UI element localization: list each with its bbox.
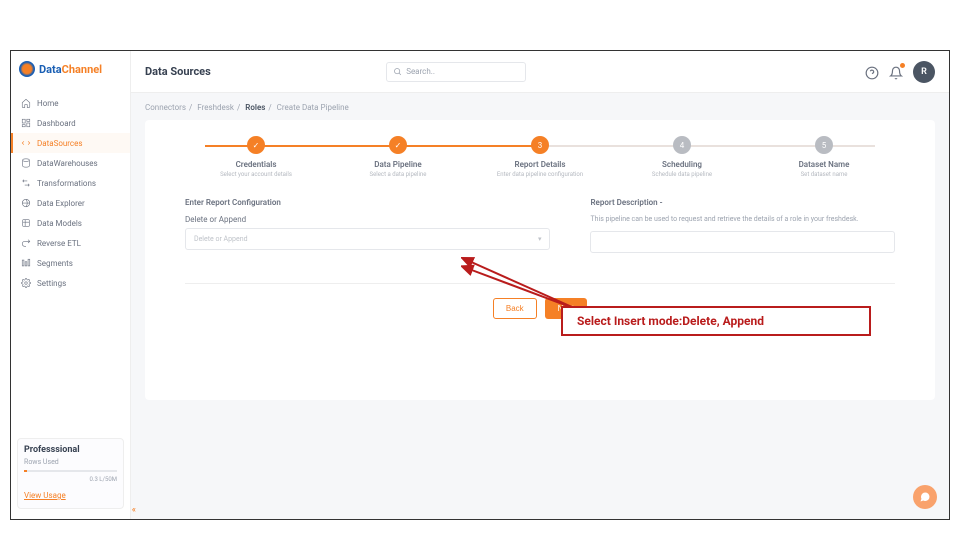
sidebar-item-label: Dashboard xyxy=(37,119,76,128)
step-datapipeline[interactable]: ✓ Data Pipeline Select a data pipeline xyxy=(327,136,469,178)
header: Data Sources Search.. R xyxy=(131,51,949,93)
step-dot: ✓ xyxy=(389,136,407,154)
models-icon xyxy=(21,218,31,228)
desc-input[interactable] xyxy=(590,231,895,253)
desc-label: Report Description - xyxy=(590,198,895,207)
step-sub: Enter data pipeline configuration xyxy=(469,171,611,178)
sidebar-item-reverseetl[interactable]: Reverse ETL xyxy=(11,233,130,253)
chevron-down-icon: ▾ xyxy=(538,235,542,243)
sidebar-item-label: Settings xyxy=(37,279,66,288)
crumb-freshdesk[interactable]: Freshdesk xyxy=(197,103,234,112)
step-sub: Schedule data pipeline xyxy=(611,171,753,178)
chat-icon xyxy=(919,491,931,503)
field-label: Delete or Append xyxy=(185,215,550,224)
sidebar-item-datasources[interactable]: DataSources xyxy=(11,133,130,153)
form-right: Report Description - This pipeline can b… xyxy=(590,198,895,253)
step-title: Scheduling xyxy=(611,160,753,169)
search-placeholder: Search.. xyxy=(406,67,435,76)
sidebar-item-label: DataWarehouses xyxy=(37,159,98,168)
search-input[interactable]: Search.. xyxy=(386,62,526,82)
sidebar-item-dataexplorer[interactable]: Data Explorer xyxy=(11,193,130,213)
logo-icon xyxy=(19,61,35,77)
nav: Home Dashboard DataSources DataWarehouse… xyxy=(11,93,130,293)
reverse-etl-icon xyxy=(21,238,31,248)
step-dot: ✓ xyxy=(247,136,265,154)
back-button[interactable]: Back xyxy=(493,298,537,319)
sidebar-item-label: Home xyxy=(37,99,59,108)
plan-rows-label: Rows Used xyxy=(24,458,117,466)
page-title: Data Sources xyxy=(145,65,211,78)
transform-icon xyxy=(21,178,31,188)
warehouse-icon xyxy=(21,158,31,168)
wizard-panel: ✓ Credentials Select your account detail… xyxy=(145,120,935,400)
home-icon xyxy=(21,98,31,108)
step-title: Data Pipeline xyxy=(327,160,469,169)
sidebar-item-home[interactable]: Home xyxy=(11,93,130,113)
help-icon[interactable] xyxy=(865,65,879,79)
logo[interactable]: DataChannel xyxy=(11,51,130,87)
brand-part1: Data xyxy=(39,63,62,76)
plan-progress xyxy=(24,470,117,472)
stepper: ✓ Credentials Select your account detail… xyxy=(185,136,895,178)
header-icons: R xyxy=(865,61,935,83)
settings-icon xyxy=(21,278,31,288)
sidebar-item-dashboard[interactable]: Dashboard xyxy=(11,113,130,133)
annotation-callout: Select Insert mode:Delete, Append xyxy=(561,306,871,336)
step-scheduling[interactable]: 4 Scheduling Schedule data pipeline xyxy=(611,136,753,178)
notification-dot xyxy=(900,63,905,68)
step-title: Report Details xyxy=(469,160,611,169)
app-frame: DataChannel Home Dashboard DataSources D… xyxy=(10,50,950,520)
sidebar-item-label: DataSources xyxy=(37,139,83,148)
step-sub: Set dataset name xyxy=(753,171,895,178)
select-placeholder: Delete or Append xyxy=(194,235,248,243)
explorer-icon xyxy=(21,198,31,208)
plan-box: Professsional Rows Used 0.3 L/50M View U… xyxy=(17,438,124,509)
sidebar-item-label: Data Models xyxy=(37,219,82,228)
crumb-roles[interactable]: Roles xyxy=(245,103,265,112)
sidebar-item-datawarehouses[interactable]: DataWarehouses xyxy=(11,153,130,173)
view-usage-link[interactable]: View Usage xyxy=(24,491,66,500)
step-sub: Select a data pipeline xyxy=(327,171,469,178)
breadcrumb: Connectors/ Freshdesk/ Roles/ Create Dat… xyxy=(145,103,935,112)
segments-icon xyxy=(21,258,31,268)
divider xyxy=(185,283,895,284)
step-reportdetails[interactable]: 3 Report Details Enter data pipeline con… xyxy=(469,136,611,178)
avatar[interactable]: R xyxy=(913,61,935,83)
step-dot: 5 xyxy=(815,136,833,154)
chat-fab[interactable] xyxy=(913,485,937,509)
sidebar-item-label: Reverse ETL xyxy=(37,239,81,248)
crumb-create[interactable]: Create Data Pipeline xyxy=(277,103,349,112)
sidebar-item-datamodels[interactable]: Data Models xyxy=(11,213,130,233)
sidebar-item-label: Transformations xyxy=(37,179,96,188)
crumb-connectors[interactable]: Connectors xyxy=(145,103,186,112)
step-datasetname[interactable]: 5 Dataset Name Set dataset name xyxy=(753,136,895,178)
plan-name: Professsional xyxy=(24,445,117,455)
step-sub: Select your account details xyxy=(185,171,327,178)
datasources-icon xyxy=(21,138,31,148)
brand-part2: Channel xyxy=(62,63,102,76)
plan-value: 0.3 L/50M xyxy=(24,476,117,483)
step-title: Credentials xyxy=(185,160,327,169)
form-left: Enter Report Configuration Delete or App… xyxy=(185,198,550,253)
search-icon xyxy=(393,67,402,76)
dashboard-icon xyxy=(21,118,31,128)
sidebar-item-settings[interactable]: Settings xyxy=(11,273,130,293)
desc-text: This pipeline can be used to request and… xyxy=(590,215,895,225)
step-title: Dataset Name xyxy=(753,160,895,169)
delete-append-select[interactable]: Delete or Append ▾ xyxy=(185,228,550,250)
step-credentials[interactable]: ✓ Credentials Select your account detail… xyxy=(185,136,327,178)
sidebar-item-segments[interactable]: Segments xyxy=(11,253,130,273)
sidebar: DataChannel Home Dashboard DataSources D… xyxy=(11,51,131,519)
sidebar-item-transformations[interactable]: Transformations xyxy=(11,173,130,193)
step-dot: 3 xyxy=(531,136,549,154)
form-row: Enter Report Configuration Delete or App… xyxy=(185,198,895,253)
bell-icon[interactable] xyxy=(889,65,903,79)
section-label: Enter Report Configuration xyxy=(185,198,550,207)
step-dot: 4 xyxy=(673,136,691,154)
sidebar-item-label: Segments xyxy=(37,259,73,268)
sidebar-item-label: Data Explorer xyxy=(37,199,85,208)
